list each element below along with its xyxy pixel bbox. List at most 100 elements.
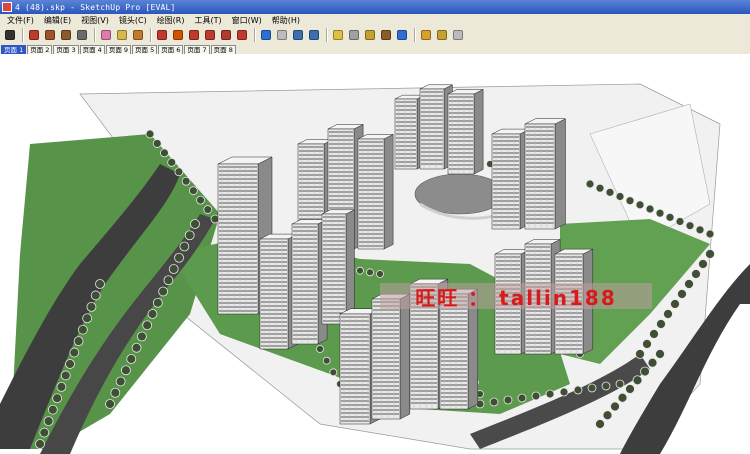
offset-tool-button[interactable] [219,28,233,42]
rotate-tool-button[interactable] [203,28,217,42]
scene-tab[interactable]: 页面 2 [27,45,53,54]
residential-tower [321,209,355,325]
push-pull-tool-button[interactable] [155,28,169,42]
tree [601,381,611,391]
scale-tool-button[interactable] [235,28,249,42]
rotate-tool-icon [205,30,215,40]
menu-window[interactable]: 窗口(W) [227,15,267,26]
tree [322,356,331,365]
tree [56,381,67,392]
google-earth-tool-button[interactable] [395,28,409,42]
zoom-extents-tool-button[interactable] [307,28,321,42]
menu-edit[interactable]: 编辑(E) [39,15,76,26]
tree [635,349,645,359]
styles-tool-button[interactable] [451,28,465,42]
circle-tool-button[interactable] [59,28,73,42]
tree [145,129,155,139]
eraser-tool-button[interactable] [99,28,113,42]
walk-tool-icon [381,30,391,40]
circle-tool-icon [61,30,71,40]
photo-match-tool-button[interactable] [435,28,449,42]
menu-file[interactable]: 文件(F) [2,15,39,26]
scene-tab[interactable]: 页面 5 [132,45,158,54]
toolbar-separator [22,28,24,42]
scene-tab[interactable]: 页面 8 [210,45,236,54]
tree [595,183,605,193]
menu-view[interactable]: 视图(V) [76,15,114,26]
tree [65,359,75,369]
tape-measure-tool-button[interactable] [115,28,129,42]
orbit-tool-icon [261,30,271,40]
tree [356,266,364,275]
components-tool-button[interactable] [363,28,377,42]
get-models-tool-button[interactable] [331,28,345,42]
scene-tab[interactable]: 页面 1 [1,45,27,54]
tree [559,387,569,397]
tree [147,309,158,319]
orbit-tool-button[interactable] [259,28,273,42]
tree [691,269,701,279]
pencil-tool-button[interactable] [27,28,41,42]
menu-tools[interactable]: 工具(T) [190,15,227,26]
tree [615,379,625,389]
tree [517,393,527,403]
watermark-overlay: 旺旺 ： tallin188 [380,283,652,310]
google-earth-tool-icon [397,30,407,40]
section-tool-button[interactable] [419,28,433,42]
scene-tab[interactable]: 页面 3 [53,45,79,54]
residential-tower [419,84,453,170]
tree [665,212,675,222]
zoom-tool-button[interactable] [291,28,305,42]
tree [489,397,499,407]
rectangle-tool-button[interactable] [43,28,57,42]
tree [203,205,213,214]
3d-model-scene[interactable] [0,54,750,454]
tree [90,290,101,301]
tree [670,299,680,309]
share-model-tool-icon [349,30,359,40]
menu-draw[interactable]: 绘图(R) [152,15,190,26]
share-model-tool-button[interactable] [347,28,361,42]
scene-tab[interactable]: 页面 9 [105,45,132,54]
paint-bucket-tool-button[interactable] [131,28,145,42]
scene-tab[interactable]: 页面 6 [158,45,184,54]
tree [329,368,338,377]
toolbar-separator [94,28,96,42]
tree [115,376,126,387]
tree [573,385,583,395]
tree [635,200,645,210]
menu-help[interactable]: 帮助(H) [267,15,305,26]
tree [316,345,324,353]
tree [126,354,137,364]
follow-me-tool-icon [173,30,183,40]
move-tool-button[interactable] [187,28,201,42]
tape-measure-tool-icon [117,30,127,40]
tree [684,279,694,289]
tree [663,309,673,319]
toolbar-separator [150,28,152,42]
arc-tool-button[interactable] [75,28,89,42]
scene-tab[interactable]: 页面 4 [79,45,105,54]
follow-me-tool-button[interactable] [171,28,185,42]
menu-camera[interactable]: 镜头(C) [114,15,152,26]
toolbar-separator [254,28,256,42]
zoom-tool-icon [293,30,303,40]
tree [73,336,84,347]
tree [160,148,169,158]
pan-tool-button[interactable] [275,28,289,42]
get-models-tool-icon [333,30,343,40]
tree [595,419,605,429]
tree [39,427,50,438]
tree [86,301,97,312]
tree [82,313,93,324]
walk-tool-button[interactable] [379,28,393,42]
tree [605,187,615,197]
select-tool-button[interactable] [3,28,17,42]
sketchup-app-icon[interactable] [2,2,12,12]
scene-tab[interactable]: 页面 7 [184,45,210,54]
title-bar: 4 (48).skp - SketchUp Pro [EVAL] [0,0,750,14]
tree [587,383,597,393]
select-tool-icon [5,30,15,40]
tree [366,268,374,277]
model-viewport[interactable]: 旺旺 ： tallin188 [0,54,750,454]
